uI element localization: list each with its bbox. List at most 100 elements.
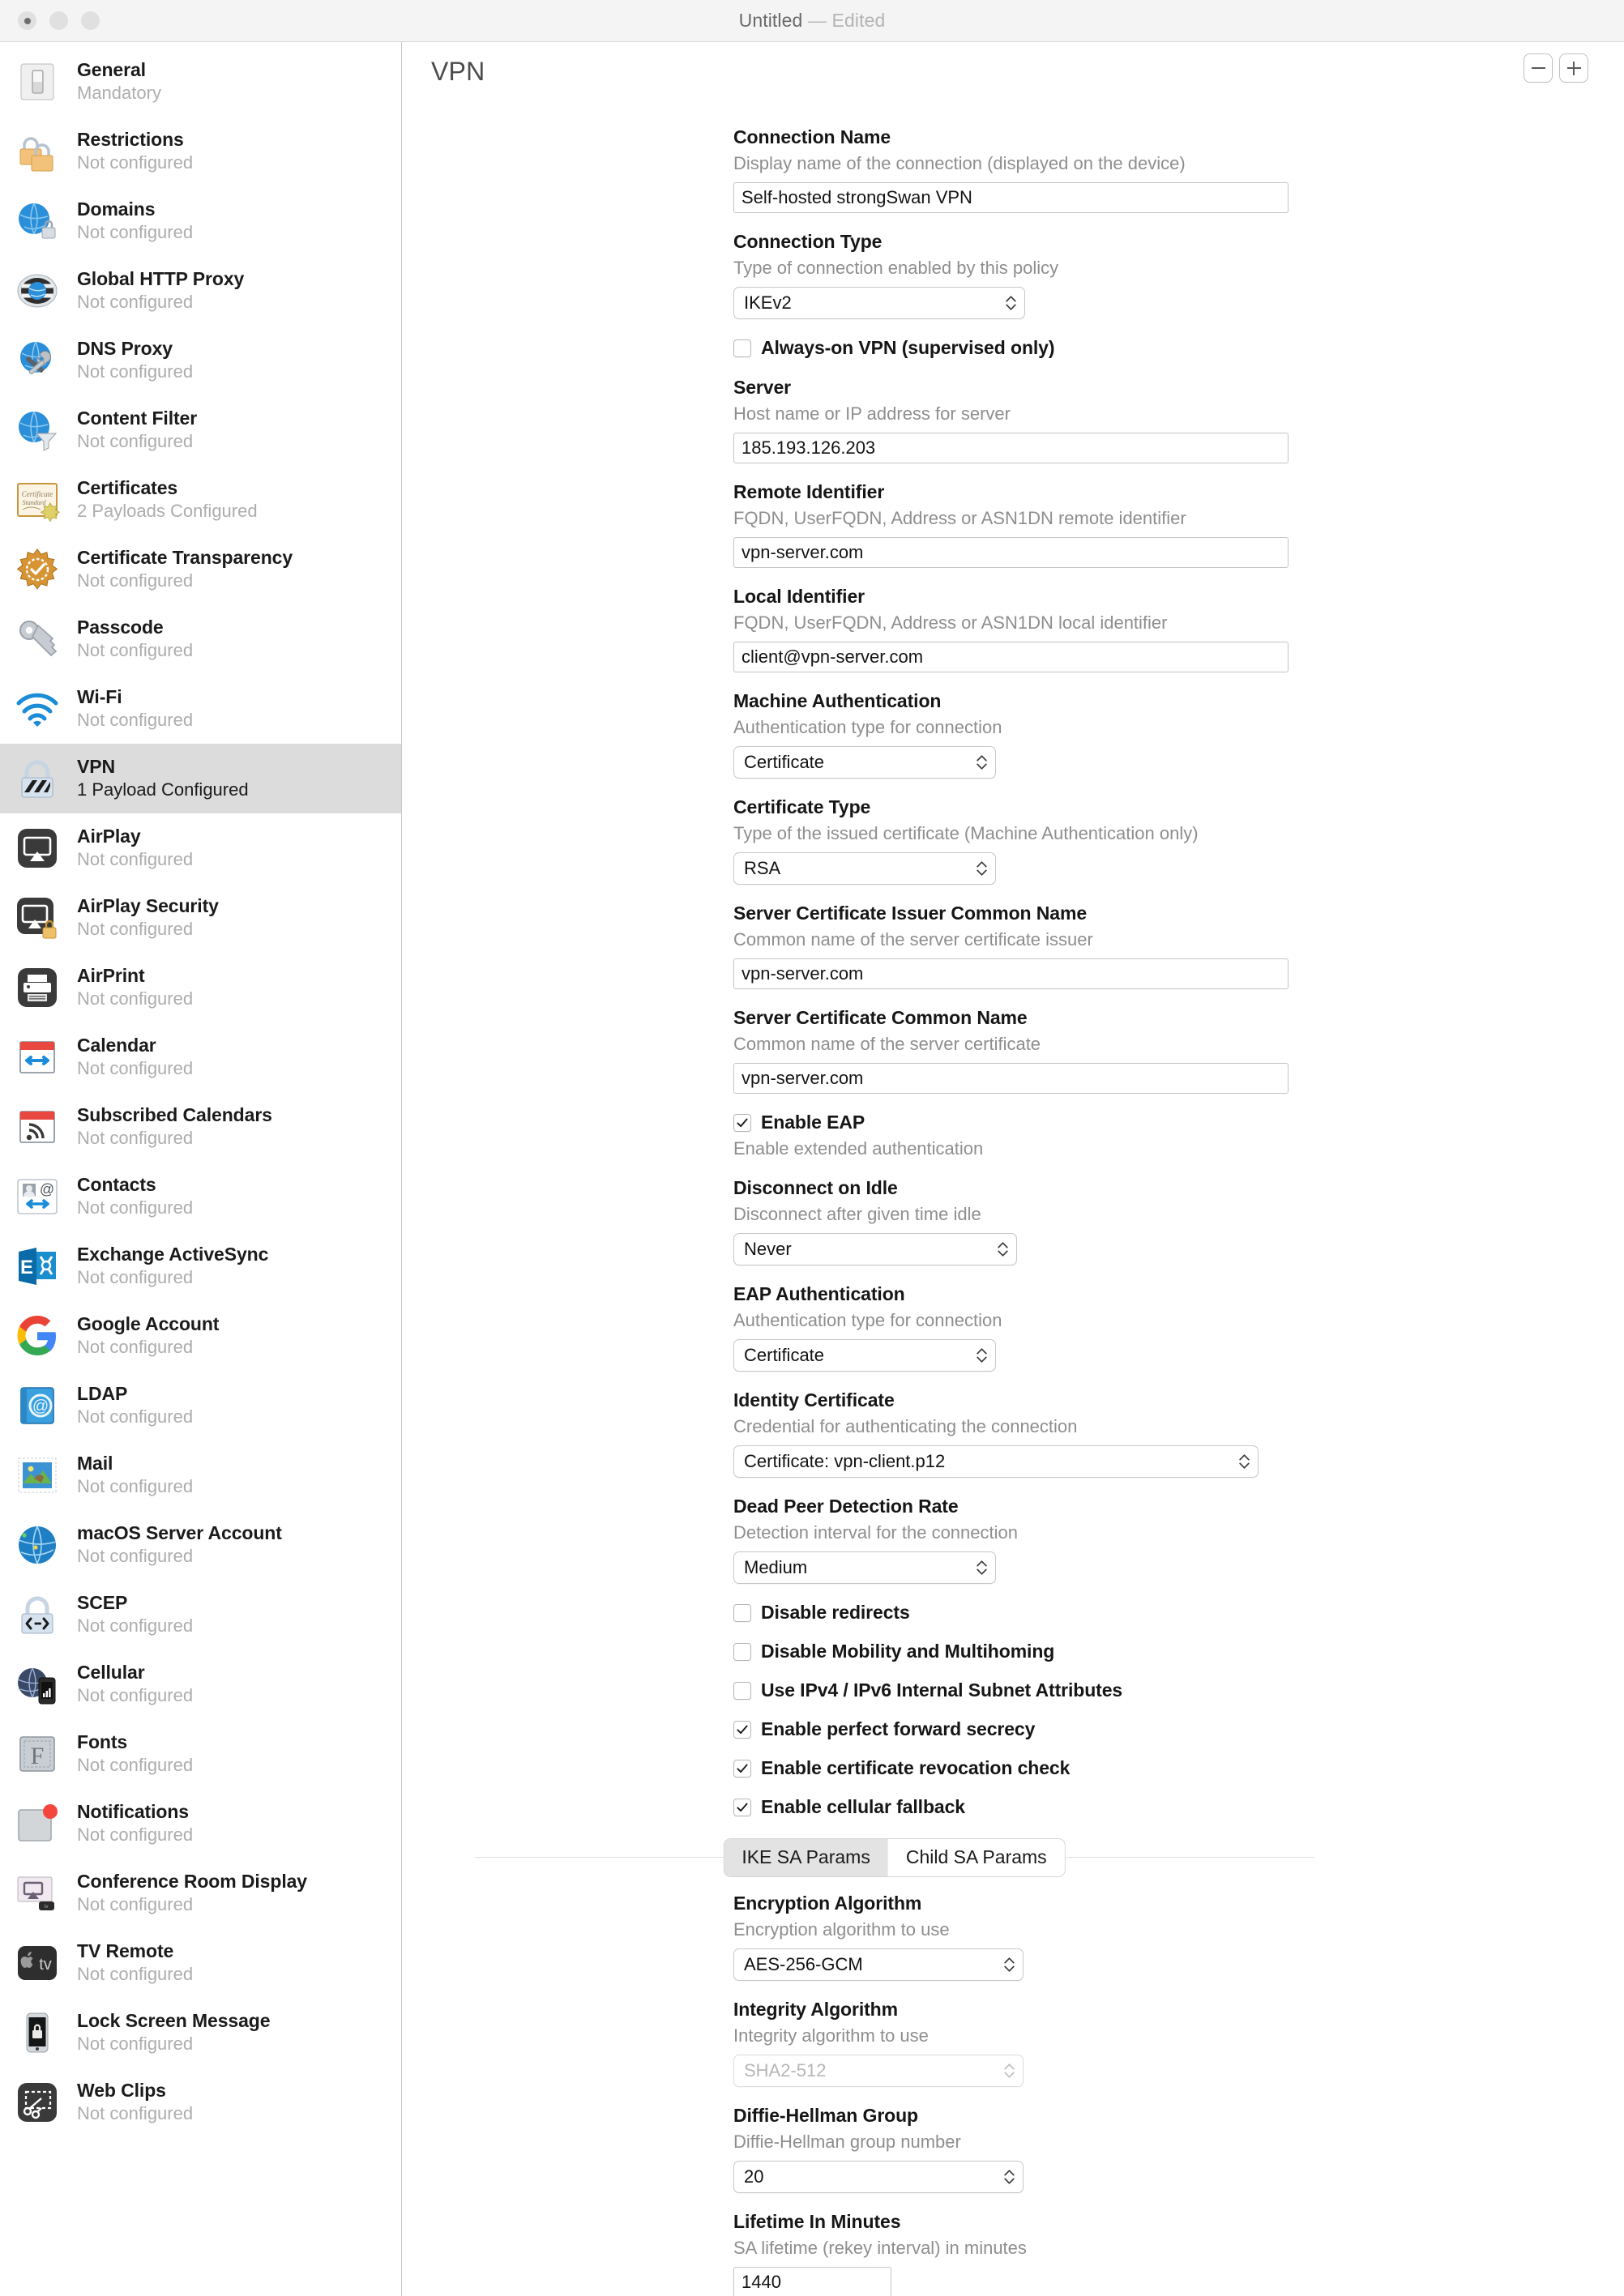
certificate-type-select[interactable]: RSA bbox=[733, 852, 996, 885]
cellular-fallback-checkbox[interactable] bbox=[733, 1798, 751, 1816]
server-globe-icon bbox=[12, 1520, 62, 1570]
disconnect-on-idle-select[interactable]: Never bbox=[733, 1233, 1017, 1265]
sidebar-item-ldap[interactable]: @ LDAP Not configured bbox=[0, 1371, 401, 1440]
dead-peer-detection-rate-select[interactable]: Medium bbox=[733, 1551, 996, 1584]
sidebar-item-text: Subscribed Calendars Not configured bbox=[77, 1105, 272, 1148]
server-input[interactable] bbox=[733, 433, 1289, 463]
sidebar-item-label: AirPlay bbox=[77, 826, 141, 847]
remove-payload-button[interactable] bbox=[1524, 53, 1553, 83]
enable-eap-hint: Enable extended authentication bbox=[733, 1138, 984, 1159]
field-disable-mobility[interactable]: Disable Mobility and Multihoming bbox=[733, 1641, 1624, 1662]
sidebar-item-passcode[interactable]: Passcode Not configured bbox=[0, 604, 401, 674]
sidebar-item-notifications[interactable]: Notifications Not configured bbox=[0, 1789, 401, 1859]
eap-authentication-hint: Authentication type for connection bbox=[733, 1310, 1002, 1330]
use-internal-subnet-checkbox[interactable] bbox=[733, 1681, 751, 1700]
sidebar-item-exchange-activesync[interactable]: E Exchange ActiveSync Not configured bbox=[0, 1231, 401, 1301]
sidebar-item-google-account[interactable]: Google Account Not configured bbox=[0, 1301, 401, 1371]
sidebar-item-lock-screen-message[interactable]: Lock Screen Message Not configured bbox=[0, 1998, 401, 2068]
field-cellular-fallback[interactable]: Enable cellular fallback bbox=[733, 1796, 1624, 1818]
field-cert-revocation-check[interactable]: Enable certificate revocation check bbox=[733, 1757, 1624, 1779]
perfect-forward-secrecy-checkbox[interactable] bbox=[733, 1720, 751, 1739]
sidebar-item-status: Not configured bbox=[77, 1755, 194, 1776]
sidebar-item-certificates[interactable]: Certificate Standard Certificates 2 Payload… bbox=[0, 465, 401, 535]
add-payload-button[interactable] bbox=[1559, 53, 1588, 83]
enable-eap-checkbox[interactable] bbox=[733, 1113, 751, 1132]
connection-type-select[interactable]: IKEv2 bbox=[733, 287, 1025, 319]
sidebar-item-text: Passcode Not configured bbox=[77, 617, 193, 660]
disable-mobility-checkbox[interactable] bbox=[733, 1642, 751, 1661]
identity-certificate-label: Identity Certificate bbox=[733, 1389, 895, 1410]
diffie-hellman-group-select[interactable]: 20 bbox=[733, 2161, 1024, 2193]
sidebar-item-contacts[interactable]: @ Contacts Not configured bbox=[0, 1162, 401, 1231]
svg-text:Standard: Standard bbox=[22, 499, 46, 506]
tab-child-sa-params[interactable]: Child SA Params bbox=[887, 1839, 1065, 1876]
field-perfect-forward-secrecy[interactable]: Enable perfect forward secrecy bbox=[733, 1718, 1624, 1740]
sidebar-item-scep[interactable]: SCEP Not configured bbox=[0, 1580, 401, 1649]
sidebar-item-macos-server-account[interactable]: macOS Server Account Not configured bbox=[0, 1510, 401, 1580]
server-cert-cn-hint: Common name of the server certificate bbox=[733, 1034, 1041, 1054]
remote-identifier-input[interactable] bbox=[733, 537, 1289, 568]
sidebar-item-certificate-transparency[interactable]: Certificate Transparency Not configured bbox=[0, 535, 401, 604]
always-on-vpn-checkbox[interactable] bbox=[733, 339, 751, 357]
connection-name-input[interactable] bbox=[733, 182, 1289, 213]
disable-redirects-checkbox[interactable] bbox=[733, 1603, 751, 1622]
certificate-type-label: Certificate Type bbox=[733, 796, 871, 817]
notifications-icon bbox=[12, 1799, 62, 1849]
integrity-algorithm-hint: Integrity algorithm to use bbox=[733, 2025, 929, 2046]
sidebar-item-subscribed-calendars[interactable]: Subscribed Calendars Not configured bbox=[0, 1092, 401, 1162]
identity-certificate-select[interactable]: Certificate: vpn-client.p12 bbox=[733, 1445, 1259, 1478]
eap-authentication-select[interactable]: Certificate bbox=[733, 1339, 996, 1372]
encryption-algorithm-select[interactable]: AES-256-GCM bbox=[733, 1948, 1024, 1981]
local-identifier-input[interactable] bbox=[733, 642, 1289, 672]
sidebar-item-tv-remote[interactable]: tv TV Remote Not configured bbox=[0, 1928, 401, 1998]
sidebar-item-status: Not configured bbox=[77, 222, 194, 243]
enable-eap-label: Enable EAP bbox=[761, 1112, 865, 1133]
sidebar-item-dns-proxy[interactable]: DNS Proxy Not configured bbox=[0, 326, 401, 395]
document-name: Untitled bbox=[738, 10, 803, 31]
sa-params-segmented-control[interactable]: IKE SA Params Child SA Params bbox=[724, 1839, 1065, 1876]
server-label: Server bbox=[733, 377, 792, 398]
sidebar-item-content-filter[interactable]: Content Filter Not configured bbox=[0, 395, 401, 465]
sidebar-item-airplay[interactable]: AirPlay Not configured bbox=[0, 813, 401, 883]
server-cert-cn-input[interactable] bbox=[733, 1063, 1289, 1094]
field-always-on-vpn[interactable]: Always-on VPN (supervised only) bbox=[733, 337, 1624, 359]
sidebar-item-text: AirPlay Not configured bbox=[77, 826, 193, 869]
field-use-internal-subnet[interactable]: Use IPv4 / IPv6 Internal Subnet Attribut… bbox=[733, 1679, 1624, 1701]
sidebar-item-text: LDAP Not configured bbox=[77, 1384, 193, 1427]
machine-authentication-select[interactable]: Certificate bbox=[733, 746, 996, 779]
sidebar-item-label: Domains bbox=[77, 198, 156, 220]
sidebar-item-vpn[interactable]: VPN 1 Payload Configured bbox=[0, 744, 401, 813]
sidebar-item-fonts[interactable]: F Fonts Not configured bbox=[0, 1719, 401, 1789]
sidebar-item-general[interactable]: General Mandatory bbox=[0, 47, 401, 117]
sidebar-item-conference-room-display[interactable]: tv Conference Room Display Not configured bbox=[0, 1859, 401, 1928]
sidebar-item-web-clips[interactable]: Web Clips Not configured bbox=[0, 2068, 401, 2137]
payload-sidebar[interactable]: General Mandatory Restrictions Not configur… bbox=[0, 42, 402, 2296]
lifetime-in-minutes-input[interactable] bbox=[733, 2267, 891, 2296]
svg-text:@: @ bbox=[32, 1398, 49, 1415]
sidebar-item-airplay-security[interactable]: AirPlay Security Not configured bbox=[0, 883, 401, 953]
sidebar-item-global-http-proxy[interactable]: Global HTTP Proxy Not configured bbox=[0, 256, 401, 326]
sidebar-item-domains[interactable]: Domains Not configured bbox=[0, 186, 401, 256]
sidebar-item-wi-fi[interactable]: Wi-Fi Not configured bbox=[0, 674, 401, 744]
chevron-updown-icon bbox=[977, 753, 987, 771]
mail-stamp-icon bbox=[12, 1450, 62, 1500]
vpn-lock-icon bbox=[12, 753, 62, 804]
sidebar-item-calendar[interactable]: Calendar Not configured bbox=[0, 1022, 401, 1092]
local-identifier-label: Local Identifier bbox=[733, 586, 865, 607]
sidebar-item-label: macOS Server Account bbox=[77, 1522, 282, 1544]
chevron-updown-icon bbox=[977, 1559, 987, 1577]
contacts-sync-icon: @ bbox=[12, 1171, 62, 1222]
sidebar-item-restrictions[interactable]: Restrictions Not configured bbox=[0, 117, 401, 186]
local-identifier-hint: FQDN, UserFQDN, Address or ASN1DN local … bbox=[733, 612, 1168, 633]
field-integrity-algorithm: Integrity Algorithm Integrity algorithm … bbox=[733, 1999, 1624, 2087]
sidebar-item-status: Not configured bbox=[77, 640, 194, 661]
sidebar-item-cellular[interactable]: Cellular Not configured bbox=[0, 1649, 401, 1719]
cert-revocation-check-checkbox[interactable] bbox=[733, 1759, 751, 1777]
sidebar-item-mail[interactable]: Mail Not configured bbox=[0, 1440, 401, 1510]
sidebar-item-airprint[interactable]: AirPrint Not configured bbox=[0, 953, 401, 1022]
field-enable-eap[interactable]: Enable EAP bbox=[733, 1112, 1624, 1133]
tab-ike-sa-params[interactable]: IKE SA Params bbox=[724, 1839, 888, 1876]
server-cert-issuer-cn-input[interactable] bbox=[733, 958, 1289, 989]
sidebar-item-text: Cellular Not configured bbox=[77, 1662, 193, 1705]
field-disable-redirects[interactable]: Disable redirects bbox=[733, 1602, 1624, 1624]
